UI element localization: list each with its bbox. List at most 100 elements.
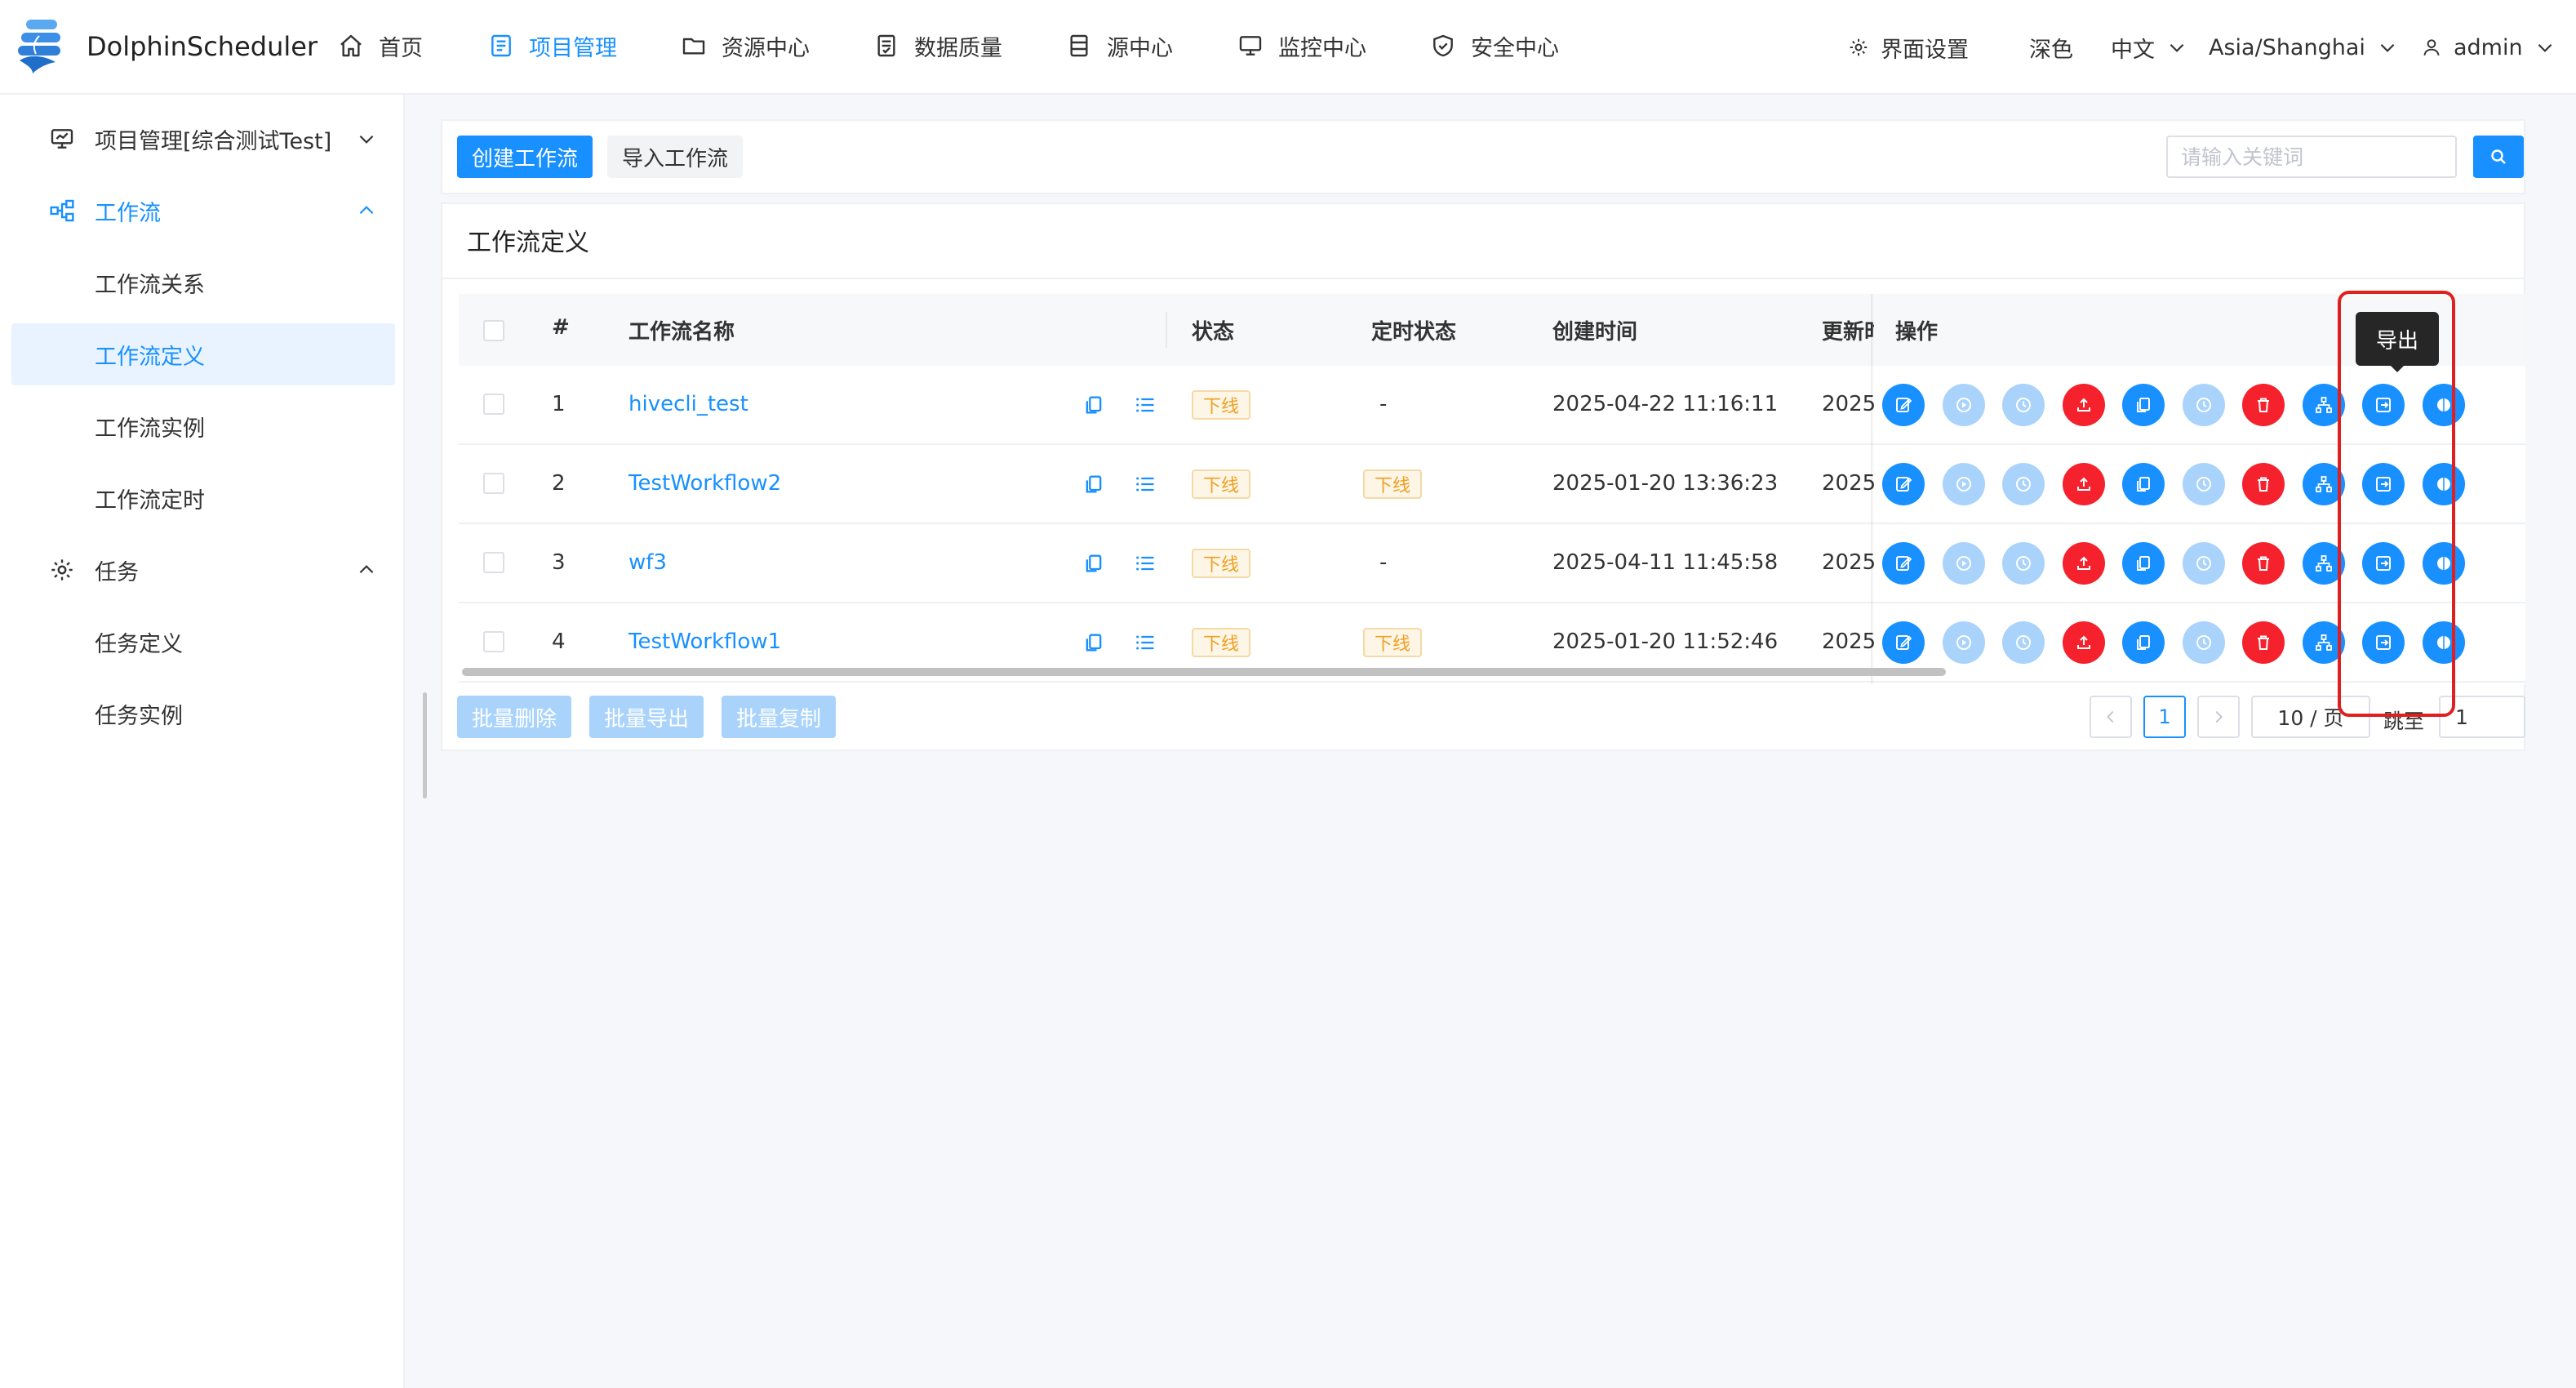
sidebar-scrollbar[interactable] xyxy=(423,692,427,799)
list-icon[interactable] xyxy=(1133,394,1157,416)
delete-button[interactable] xyxy=(2242,463,2285,505)
delete-button[interactable] xyxy=(2242,384,2285,426)
batch-export-button[interactable]: 批量导出 xyxy=(589,696,704,738)
workflow-name-link[interactable]: TestWorkflow2 xyxy=(628,471,781,496)
delete-button[interactable] xyxy=(2242,542,2285,585)
header-operations: 操作 xyxy=(1895,320,1939,345)
sidebar-project-selector[interactable]: 项目管理[综合测试Test] xyxy=(0,108,403,170)
timing-manage-button[interactable] xyxy=(2182,621,2225,664)
header-create-time: 创建时间 xyxy=(1552,320,1638,345)
copy-name-icon[interactable] xyxy=(1082,552,1105,575)
prev-page-button[interactable] xyxy=(2090,696,2132,738)
delete-icon xyxy=(2258,556,2269,571)
sidebar-item-task-instance[interactable]: 任务实例 xyxy=(0,683,403,745)
table-horizontal-scrollbar[interactable] xyxy=(462,668,1946,676)
timing-manage-button[interactable] xyxy=(2182,384,2225,426)
run-button[interactable] xyxy=(1942,621,1985,664)
timing-manage-button[interactable] xyxy=(2182,542,2225,585)
workflow-name-link[interactable]: wf3 xyxy=(628,550,667,575)
run-button[interactable] xyxy=(1942,463,1985,505)
timing-button[interactable] xyxy=(2002,542,2045,585)
copy-name-icon[interactable] xyxy=(1082,473,1105,496)
ui-settings-button[interactable]: 界面设置 xyxy=(1848,28,1969,67)
sidebar-item-workflow-instance[interactable]: 工作流实例 xyxy=(0,395,403,457)
nav-datasource-label: 源中心 xyxy=(1107,35,1173,61)
edit-button[interactable] xyxy=(1882,463,1925,505)
folder-icon xyxy=(682,38,705,55)
sidebar-item-label: 工作流定义 xyxy=(95,344,205,370)
copy-button[interactable] xyxy=(2122,621,2165,664)
run-button[interactable] xyxy=(1942,384,1985,426)
row-checkbox[interactable] xyxy=(483,473,504,494)
online-button[interactable] xyxy=(2062,621,2105,664)
edit-icon xyxy=(1896,398,1912,412)
batch-copy-button[interactable]: 批量复制 xyxy=(722,696,836,738)
sidebar-group-workflow[interactable]: 工作流 xyxy=(0,180,403,242)
timing-button[interactable] xyxy=(2002,463,2045,505)
online-button[interactable] xyxy=(2062,542,2105,585)
nav-home[interactable]: 首页 xyxy=(338,26,423,65)
sidebar-item-workflow-timing[interactable]: 工作流定时 xyxy=(0,467,403,529)
clock-icon xyxy=(2016,635,2031,650)
nav-datasource-center[interactable]: 源中心 xyxy=(1066,26,1173,65)
sidebar-item-task-definition[interactable]: 任务定义 xyxy=(0,611,403,673)
sidebar-item-workflow-relation[interactable]: 工作流关系 xyxy=(0,251,403,314)
language-select[interactable]: 中文 xyxy=(2111,28,2187,67)
upload-icon xyxy=(2076,635,2090,649)
edit-button[interactable] xyxy=(1882,542,1925,585)
run-button[interactable] xyxy=(1942,542,1985,585)
header-index: # xyxy=(552,315,570,340)
edit-button[interactable] xyxy=(1882,384,1925,426)
timing-button[interactable] xyxy=(2002,384,2045,426)
chevron-down-icon xyxy=(2538,43,2552,52)
timing-manage-button[interactable] xyxy=(2182,463,2225,505)
tree-icon xyxy=(2315,397,2332,413)
copy-button[interactable] xyxy=(2122,542,2165,585)
workflow-name-link[interactable]: hivecli_test xyxy=(628,392,748,416)
nav-data-quality[interactable]: 数据质量 xyxy=(873,26,1002,65)
list-icon[interactable] xyxy=(1133,552,1157,575)
create-time: 2025-04-22 11:16:11 xyxy=(1552,392,1779,416)
copy-name-icon[interactable] xyxy=(1082,631,1105,654)
row-checkbox[interactable] xyxy=(483,631,504,652)
copy-name-icon[interactable] xyxy=(1082,394,1105,416)
dolphinscheduler-logo[interactable] xyxy=(15,18,67,77)
edit-button[interactable] xyxy=(1882,621,1925,664)
sidebar-group-task[interactable]: 任务 xyxy=(0,539,403,601)
user-menu[interactable]: admin xyxy=(2421,28,2556,67)
import-workflow-button[interactable]: 导入工作流 xyxy=(607,136,743,178)
workflow-name-link[interactable]: TestWorkflow1 xyxy=(628,629,781,654)
list-icon[interactable] xyxy=(1133,473,1157,496)
copy-button[interactable] xyxy=(2122,463,2165,505)
status-tag: 下线 xyxy=(1192,549,1251,578)
copy-icon xyxy=(2137,477,2150,492)
nav-resource-center[interactable]: 资源中心 xyxy=(681,26,810,65)
nav-project-management[interactable]: 项目管理 xyxy=(488,26,617,65)
select-all-checkbox[interactable] xyxy=(483,320,504,341)
clock-icon xyxy=(2196,635,2211,650)
sidebar-item-workflow-definition[interactable]: 工作流定义 xyxy=(11,323,395,385)
timing-button[interactable] xyxy=(2002,621,2045,664)
copy-button[interactable] xyxy=(2122,384,2165,426)
delete-button[interactable] xyxy=(2242,621,2285,664)
next-page-button[interactable] xyxy=(2197,696,2240,738)
language-label: 中文 xyxy=(2111,37,2155,63)
row-checkbox[interactable] xyxy=(483,394,504,415)
list-icon[interactable] xyxy=(1133,631,1157,654)
nav-security-center[interactable]: 安全中心 xyxy=(1430,26,1559,65)
ui-settings-label: 界面设置 xyxy=(1881,37,1969,63)
row-checkbox[interactable] xyxy=(483,552,504,573)
clock-icon xyxy=(2196,477,2211,492)
create-workflow-button[interactable]: 创建工作流 xyxy=(457,136,593,178)
status-tag: 下线 xyxy=(1192,628,1251,657)
search-button[interactable] xyxy=(2473,136,2524,178)
clock-icon xyxy=(2016,556,2031,571)
timezone-select[interactable]: Asia/Shanghai xyxy=(2209,28,2398,67)
nav-monitor-center[interactable]: 监控中心 xyxy=(1237,26,1366,65)
batch-delete-button[interactable]: 批量删除 xyxy=(457,696,571,738)
theme-toggle[interactable]: 深色 xyxy=(2029,28,2073,67)
online-button[interactable] xyxy=(2062,463,2105,505)
search-input[interactable] xyxy=(2166,136,2457,178)
page-number-current[interactable]: 1 xyxy=(2143,696,2186,738)
online-button[interactable] xyxy=(2062,384,2105,426)
